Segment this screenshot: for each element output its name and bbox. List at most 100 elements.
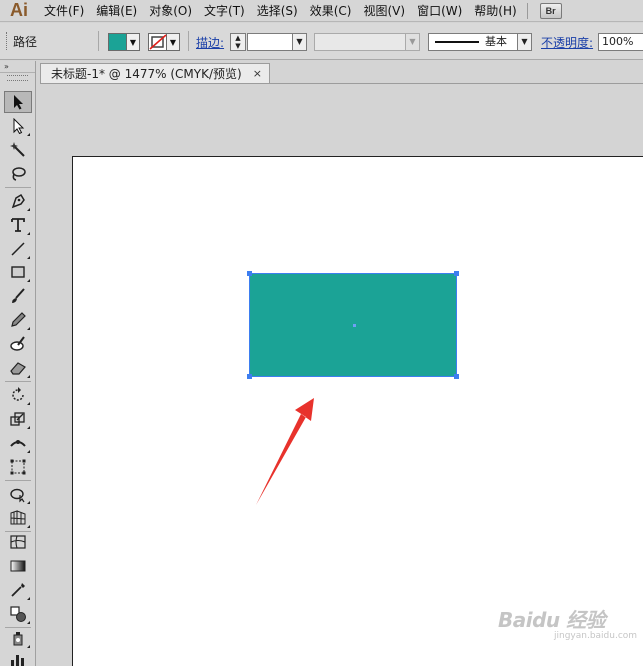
- eraser-icon: [10, 362, 26, 375]
- symbol-sprayer-icon: [13, 632, 23, 646]
- menu-bar: Ai 文件(F) 编辑(E) 对象(O) 文字(T) 选择(S) 效果(C) 视…: [0, 0, 643, 22]
- chevron-down-icon: ▼: [129, 37, 137, 47]
- toolbox-collapse-icon[interactable]: »: [0, 61, 35, 73]
- artboard[interactable]: [72, 156, 643, 666]
- type-icon: [11, 218, 25, 232]
- selection-handle-bottom-left[interactable]: [247, 374, 252, 379]
- scale-icon: [10, 412, 25, 426]
- selection-handle-top-right[interactable]: [454, 271, 459, 276]
- fill-swatch: [109, 34, 127, 50]
- menu-file[interactable]: 文件(F): [38, 0, 90, 22]
- rectangle-tool[interactable]: [4, 261, 32, 283]
- lasso-icon: [12, 167, 26, 181]
- document-area: 未标题-1* @ 1477% (CMYK/预览) × Baidu 经验 jing…: [40, 61, 643, 666]
- pen-tool[interactable]: [4, 190, 32, 212]
- brush-definition-select[interactable]: 基本 ▼: [428, 33, 532, 51]
- bridge-button[interactable]: Br: [539, 2, 562, 19]
- app-logo: Ai: [10, 0, 28, 20]
- chevron-down-icon[interactable]: ▼: [292, 34, 306, 50]
- eyedropper-tool[interactable]: [4, 579, 32, 601]
- rotate-tool[interactable]: [4, 384, 32, 406]
- chevron-down-icon: ▼: [169, 37, 177, 47]
- scale-tool[interactable]: [4, 408, 32, 430]
- stroke-weight-stepper[interactable]: ▲ ▼: [230, 33, 246, 51]
- perspective-grid-tool[interactable]: [4, 507, 32, 529]
- eraser-tool[interactable]: [4, 357, 32, 379]
- fill-color-button[interactable]: ▼: [108, 33, 140, 51]
- control-bar-grip[interactable]: [6, 32, 8, 50]
- document-tab-title: 未标题-1* @ 1477% (CMYK/预览): [51, 67, 242, 81]
- blend-icon: [10, 606, 26, 622]
- blob-brush-icon: [10, 336, 25, 351]
- mesh-icon: [10, 535, 26, 549]
- line-icon: [11, 242, 25, 256]
- shape-builder-tool[interactable]: [4, 483, 32, 505]
- chevron-down-icon[interactable]: ▼: [517, 34, 531, 50]
- close-icon[interactable]: ×: [253, 64, 262, 84]
- brush-name: 基本: [485, 35, 507, 48]
- baidu-watermark: Baidu 经验 jingyan.baidu.com: [498, 604, 637, 641]
- menu-select[interactable]: 选择(S): [251, 0, 304, 22]
- chevron-down-icon[interactable]: ▼: [405, 34, 419, 50]
- eyedropper-icon: [11, 583, 25, 597]
- paintbrush-tool[interactable]: [4, 285, 32, 307]
- lasso-tool[interactable]: [4, 163, 32, 185]
- opacity-input[interactable]: 100%: [598, 33, 643, 51]
- opacity-label[interactable]: 不透明度:: [541, 34, 593, 51]
- menu-type[interactable]: 文字(T): [198, 0, 251, 22]
- chevron-up-icon[interactable]: ▲: [231, 34, 245, 42]
- center-point: [353, 324, 356, 327]
- selection-tool[interactable]: [4, 91, 32, 113]
- rectangle-icon: [11, 266, 25, 278]
- blob-brush-tool[interactable]: [4, 333, 32, 355]
- control-separator: [188, 31, 189, 51]
- free-transform-tool[interactable]: [4, 456, 32, 478]
- stroke-weight-input[interactable]: ▼: [247, 33, 307, 51]
- gradient-icon: [10, 560, 26, 572]
- menu-help[interactable]: 帮助(H): [468, 0, 522, 22]
- mesh-tool[interactable]: [4, 531, 32, 553]
- stroke-none-swatch: [149, 34, 167, 50]
- control-separator: [98, 31, 99, 51]
- document-tab[interactable]: 未标题-1* @ 1477% (CMYK/预览) ×: [40, 63, 270, 84]
- stroke-color-button[interactable]: ▼: [148, 33, 180, 51]
- direct-selection-tool[interactable]: [4, 115, 32, 137]
- pencil-tool[interactable]: [4, 309, 32, 331]
- canvas[interactable]: Baidu 经验 jingyan.baidu.com: [40, 84, 643, 666]
- menu-window[interactable]: 窗口(W): [411, 0, 468, 22]
- width-tool[interactable]: [4, 432, 32, 454]
- watermark-brand: Baidu 经验: [498, 608, 606, 632]
- selection-type-label: 路径: [13, 35, 38, 49]
- blend-tool[interactable]: [4, 603, 32, 625]
- toolbox: »: [0, 61, 36, 666]
- direct-selection-icon: [13, 118, 25, 134]
- chevron-down-icon[interactable]: ▼: [231, 42, 245, 50]
- symbol-sprayer-tool[interactable]: [4, 627, 32, 649]
- magic-wand-icon: [10, 142, 25, 157]
- shape-builder-icon: [10, 488, 25, 503]
- toolbox-grip[interactable]: [7, 75, 28, 81]
- line-segment-tool[interactable]: [4, 238, 32, 260]
- column-graph-icon: [11, 655, 24, 666]
- gradient-tool[interactable]: [4, 555, 32, 577]
- toolbox-separator: [5, 381, 31, 382]
- no-stroke-icon: [149, 34, 167, 50]
- stroke-label[interactable]: 描边:: [196, 34, 224, 51]
- width-tool-icon: [10, 440, 26, 447]
- menu-edit[interactable]: 编辑(E): [90, 0, 143, 22]
- menu-object[interactable]: 对象(O): [143, 0, 198, 22]
- menu-separator: [526, 2, 528, 19]
- brush-stroke-preview: [435, 41, 479, 43]
- column-graph-tool[interactable]: [4, 649, 32, 666]
- paintbrush-icon: [12, 288, 25, 303]
- selection-handle-top-left[interactable]: [247, 271, 252, 276]
- magic-wand-tool[interactable]: [4, 139, 32, 161]
- selection-handle-bottom-right[interactable]: [454, 374, 459, 379]
- menu-view[interactable]: 视图(V): [357, 0, 411, 22]
- teal-rectangle[interactable]: [247, 271, 459, 379]
- variable-width-select[interactable]: ▼: [314, 33, 420, 51]
- menu-effect[interactable]: 效果(C): [304, 0, 358, 22]
- pencil-icon: [11, 312, 26, 327]
- perspective-grid-icon: [10, 510, 26, 525]
- type-tool[interactable]: [4, 214, 32, 236]
